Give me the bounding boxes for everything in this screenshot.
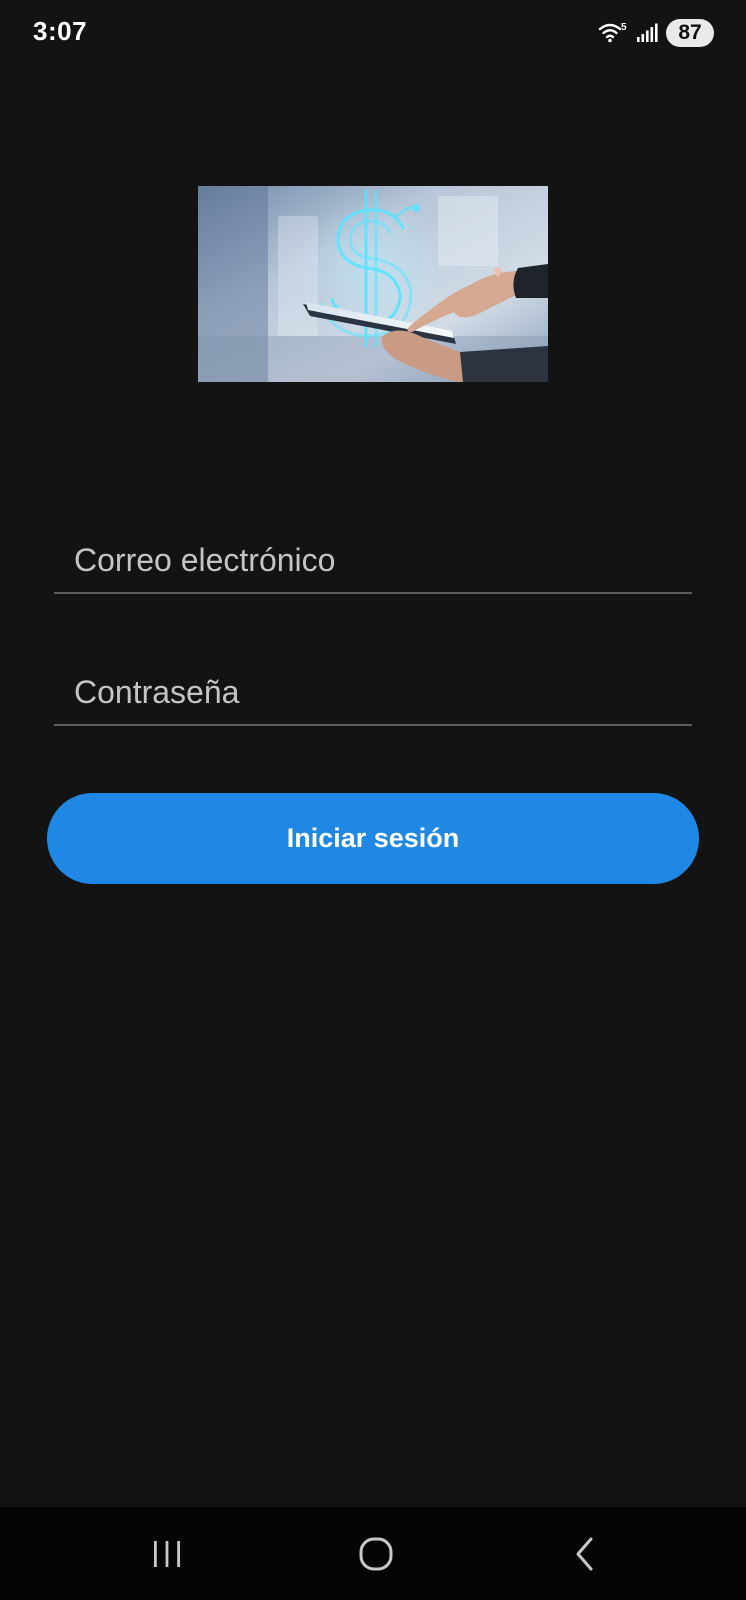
back-button[interactable] — [525, 1507, 645, 1600]
battery-icon: 87 — [666, 19, 714, 47]
password-input[interactable] — [74, 670, 674, 714]
login-screen: 3:07 5 87 Correo electrónico Iniciar ses… — [0, 0, 746, 1600]
wifi-band-label: 5 — [621, 22, 627, 33]
navigation-bar — [0, 1507, 746, 1600]
login-button-label: Iniciar sesión — [286, 823, 460, 853]
password-field — [54, 654, 692, 726]
recents-button[interactable] — [107, 1507, 227, 1600]
home-button[interactable] — [316, 1507, 436, 1600]
login-button[interactable]: Iniciar sesión — [47, 793, 699, 884]
finance-dollar-tablet-image — [198, 186, 548, 382]
back-icon — [576, 1537, 593, 1570]
status-icons: 5 87 — [598, 18, 714, 48]
signal-icon — [637, 23, 658, 42]
status-bar: 3:07 5 87 — [0, 0, 746, 66]
battery-level: 87 — [678, 21, 702, 44]
recents-icon — [154, 1540, 180, 1567]
home-icon — [359, 1537, 393, 1570]
email-field — [54, 522, 692, 594]
wifi-icon: 5 — [598, 22, 627, 43]
email-input[interactable] — [74, 538, 674, 582]
status-time: 3:07 — [33, 16, 88, 46]
